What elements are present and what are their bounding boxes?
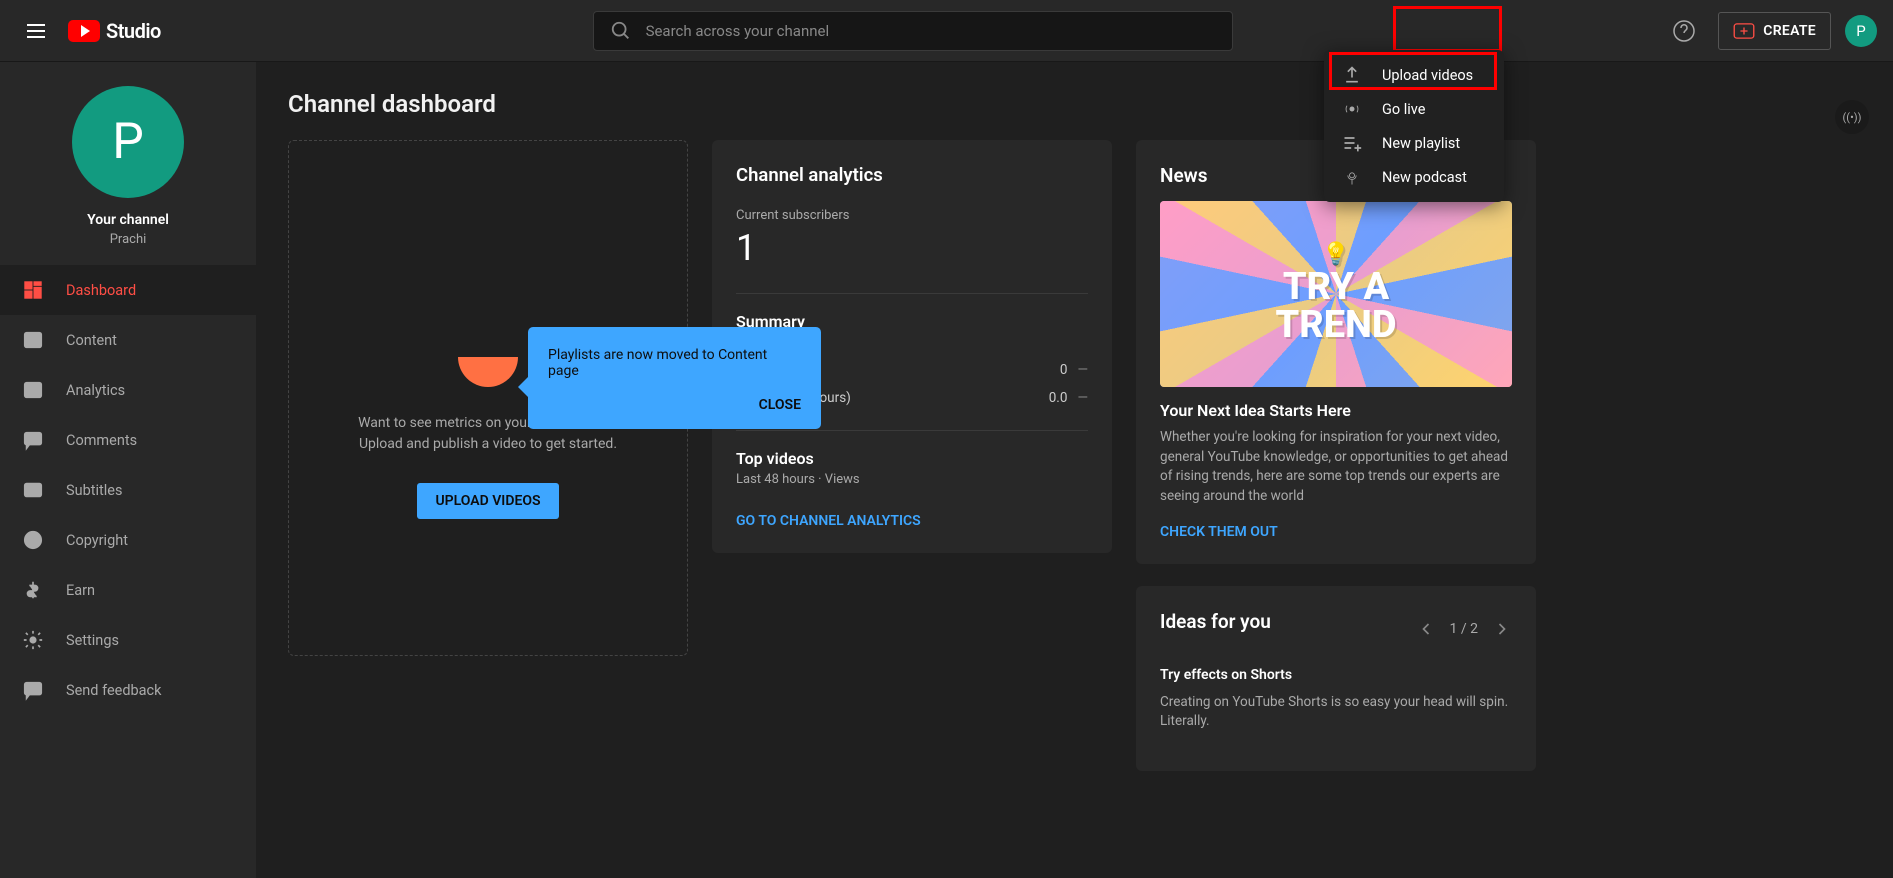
create-icon (1733, 23, 1755, 39)
sidebar-label: Earn (66, 582, 95, 599)
subtitles-icon (22, 479, 44, 501)
comments-icon (22, 429, 44, 451)
main-content: Channel dashboard Want to see metrics on… (256, 62, 1893, 878)
page-title: Channel dashboard (288, 90, 1861, 118)
create-dropdown: Upload videos Go live New playlist New p… (1324, 50, 1504, 202)
channel-avatar[interactable]: P (72, 86, 184, 198)
go-to-analytics-link[interactable]: GO TO CHANNEL ANALYTICS (736, 513, 1088, 529)
search-input[interactable] (646, 22, 1216, 40)
youtube-studio-logo[interactable]: Studio (68, 19, 161, 43)
playlist-tooltip: Playlists are now moved to Content page … (528, 327, 821, 429)
cards-row: Want to see metrics on your recent video… (288, 140, 1861, 771)
dash-icon: — (1077, 362, 1088, 378)
live-icon (1342, 99, 1362, 119)
menu-go-live[interactable]: Go live (1324, 92, 1504, 126)
tooltip-close-button[interactable]: CLOSE (548, 397, 801, 413)
sidebar-label: Dashboard (66, 282, 136, 299)
search-icon (610, 20, 632, 42)
divider (736, 430, 1088, 431)
gear-icon (22, 629, 44, 651)
sidebar-label: Content (66, 332, 117, 349)
playlist-icon (1342, 133, 1362, 153)
subscribers-value: 1 (736, 227, 1088, 269)
earn-icon (22, 579, 44, 601)
help-icon (1672, 19, 1696, 43)
dashboard-icon (22, 279, 44, 301)
search-box[interactable] (593, 11, 1233, 51)
logo-text: Studio (106, 19, 161, 43)
ideas-subtitle: Try effects on Shorts (1160, 667, 1512, 683)
layout: P Your channel Prachi Dashboard Content … (0, 62, 1893, 878)
news-link[interactable]: CHECK THEM OUT (1160, 524, 1512, 540)
menu-new-playlist[interactable]: New playlist (1324, 126, 1504, 160)
sidebar-label: Comments (66, 432, 137, 449)
views-value: 0 (1060, 362, 1068, 378)
tooltip-text: Playlists are now moved to Content page (548, 347, 801, 379)
news-title: Your Next Idea Starts Here (1160, 401, 1512, 420)
menu-playlist-label: New playlist (1382, 135, 1460, 152)
sidebar-item-subtitles[interactable]: Subtitles (0, 465, 256, 515)
podcast-icon (1342, 167, 1362, 187)
sidebar-label: Subtitles (66, 482, 122, 499)
news-body: Whether you're looking for inspiration f… (1160, 428, 1512, 506)
copyright-icon (22, 529, 44, 551)
analytics-icon (22, 379, 44, 401)
hamburger-icon (24, 19, 48, 43)
dash-icon: — (1077, 390, 1088, 406)
your-channel-label: Your channel (0, 212, 256, 228)
sidebar: P Your channel Prachi Dashboard Content … (0, 62, 256, 878)
top-videos-sub: Last 48 hours · Views (736, 472, 1088, 487)
menu-button[interactable] (16, 11, 56, 51)
watch-value: 0.0 (1049, 390, 1068, 406)
sidebar-item-settings[interactable]: Settings (0, 615, 256, 665)
chevron-right-icon[interactable] (1492, 619, 1512, 639)
create-button[interactable]: CREATE (1718, 12, 1831, 50)
upload-icon (1342, 65, 1362, 85)
sidebar-label: Settings (66, 632, 119, 649)
news-card: News 💡TRY ATREND Your Next Idea Starts H… (1136, 140, 1536, 564)
search-wrap (161, 11, 1664, 51)
sidebar-item-copyright[interactable]: Copyright (0, 515, 256, 565)
news-thumbnail[interactable]: 💡TRY ATREND (1160, 201, 1512, 387)
channel-header: P Your channel Prachi (0, 62, 256, 265)
header-right: CREATE P (1664, 11, 1877, 51)
ideas-header: Ideas for you 1 / 2 (1160, 610, 1512, 647)
sidebar-label: Send feedback (66, 682, 161, 699)
divider (736, 293, 1088, 294)
upload-videos-button[interactable]: UPLOAD VIDEOS (417, 483, 558, 519)
profile-avatar[interactable]: P (1845, 15, 1877, 47)
menu-upload-label: Upload videos (1382, 67, 1473, 84)
sidebar-label: Analytics (66, 382, 125, 399)
feedback-icon (22, 679, 44, 701)
menu-new-podcast[interactable]: New podcast (1324, 160, 1504, 194)
sidebar-item-feedback[interactable]: Send feedback (0, 665, 256, 715)
ideas-heading: Ideas for you (1160, 610, 1271, 633)
upload-text-2: Upload and publish a video to get starte… (359, 434, 617, 455)
pager-text: 1 / 2 (1450, 621, 1478, 637)
ideas-pager: 1 / 2 (1416, 619, 1512, 639)
header: Studio CREATE P (0, 0, 1893, 62)
ideas-body: Creating on YouTube Shorts is so easy yo… (1160, 693, 1512, 731)
menu-podcast-label: New podcast (1382, 169, 1467, 186)
content-icon (22, 329, 44, 351)
menu-golive-label: Go live (1382, 101, 1425, 118)
right-column: News 💡TRY ATREND Your Next Idea Starts H… (1136, 140, 1536, 771)
analytics-title: Channel analytics (736, 164, 1088, 186)
sidebar-item-comments[interactable]: Comments (0, 415, 256, 465)
top-videos-title: Top videos (736, 449, 1088, 468)
play-icon (68, 20, 100, 42)
help-button[interactable] (1664, 11, 1704, 51)
chevron-left-icon[interactable] (1416, 619, 1436, 639)
sidebar-item-dashboard[interactable]: Dashboard (0, 265, 256, 315)
sidebar-item-content[interactable]: Content (0, 315, 256, 365)
subscribers-label: Current subscribers (736, 208, 1088, 223)
create-label: CREATE (1763, 23, 1816, 39)
ideas-card: Ideas for you 1 / 2 Try effects on Short… (1136, 586, 1536, 771)
channel-name: Prachi (0, 232, 256, 247)
menu-upload-videos[interactable]: Upload videos (1324, 58, 1504, 92)
sidebar-item-analytics[interactable]: Analytics (0, 365, 256, 415)
sidebar-label: Copyright (66, 532, 128, 549)
sidebar-item-earn[interactable]: Earn (0, 565, 256, 615)
